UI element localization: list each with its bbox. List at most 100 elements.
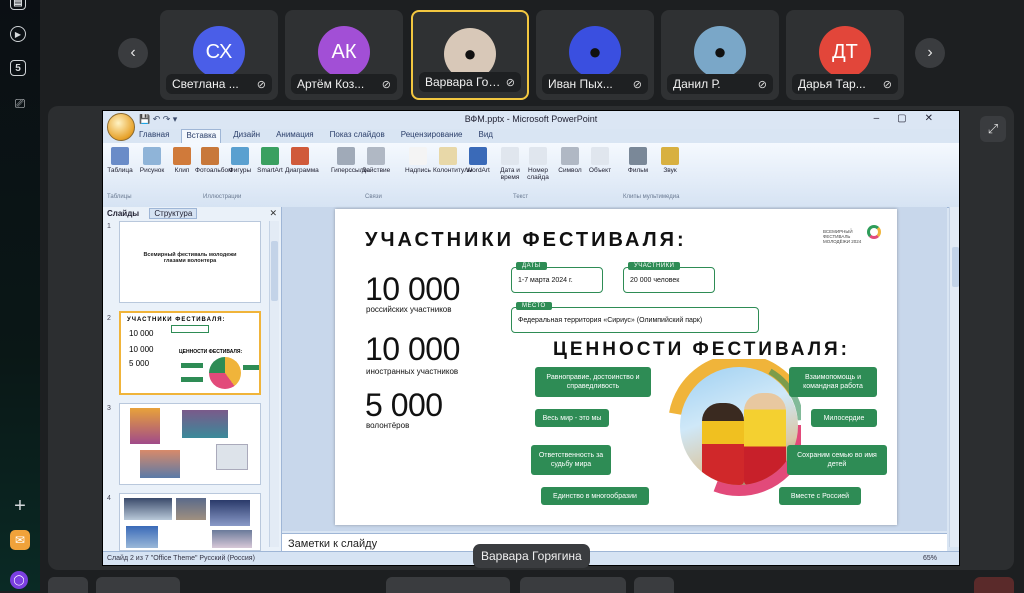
fullscreen-icon[interactable]: ⤢ (980, 116, 1006, 142)
slide-number: 2 (107, 315, 111, 322)
play-icon[interactable]: ▶ (10, 26, 26, 42)
slide-title: УЧАСТНИКИ ФЕСТИВАЛЯ: (365, 229, 687, 251)
ribbon-tab[interactable]: Рецензирование (397, 129, 467, 143)
ribbon-button-icon (337, 147, 355, 165)
ribbon-button-label: Фильм (627, 167, 649, 174)
add-icon[interactable]: + (10, 495, 30, 517)
participant-nameplate: Дарья Тар... ⊘ (792, 74, 898, 94)
volunteers-photo (680, 367, 798, 485)
vertical-scrollbar[interactable] (949, 207, 959, 547)
slide-thumbnail-1[interactable]: Всемирный фестиваль молодежи глазами вол… (119, 221, 261, 303)
ribbon-tab[interactable]: Анимация (272, 129, 318, 143)
participant-tile[interactable]: ● Варвара Горя...⊘ (411, 10, 529, 100)
prev-participants-button[interactable]: ‹ (118, 38, 148, 68)
ribbon-button-label: Звук (663, 167, 677, 174)
ribbon-tab[interactable]: Главная (135, 129, 173, 143)
tab-outline[interactable]: Структура (149, 208, 198, 219)
notes-field[interactable]: Заметки к слайду (282, 533, 947, 553)
ribbon-button-icon (439, 147, 457, 165)
ribbon-tab[interactable]: Вид (475, 129, 497, 143)
ribbon-button[interactable]: SmartArt (255, 147, 285, 174)
ribbon-button-icon (173, 147, 191, 165)
counter-icon[interactable]: 5 (10, 60, 26, 76)
window-controls[interactable]: –▢✕ (874, 113, 951, 124)
tab-slides[interactable]: Слайды (107, 209, 139, 218)
ribbon-button-label: Таблица (107, 167, 133, 174)
ribbon-button-label: Символ (558, 167, 582, 174)
place-tag: МЕСТО (516, 302, 552, 310)
stat-label: иностранных участников (366, 367, 459, 376)
ribbon-button[interactable]: Клип (167, 147, 197, 174)
current-slide[interactable]: УЧАСТНИКИ ФЕСТИВАЛЯ: ВСЕМИРНЫЙ ФЕСТИВАЛЬ М… (335, 209, 897, 525)
ribbon-button[interactable]: Надпись (403, 147, 433, 174)
ribbon-button[interactable]: Рисунок (137, 147, 167, 174)
participant-tile[interactable]: ● Данил Р. ⊘ (661, 10, 779, 100)
office-button[interactable] (107, 113, 135, 141)
participants-tag: УЧАСТНИКИ (628, 262, 681, 270)
participants-value: 20 000 человек (630, 277, 680, 284)
ribbon-tab[interactable]: Вставка (181, 129, 222, 143)
participant-name: Дарья Тар... (798, 77, 866, 91)
ribbon-button[interactable]: Таблица (105, 147, 135, 174)
slide-thumbnail-3[interactable] (119, 403, 261, 485)
ribbon-button-label: Фотоальбом (195, 167, 233, 174)
ribbon-tab[interactable]: Показ слайдов (326, 129, 389, 143)
ribbon-group-label: Таблицы (107, 194, 132, 200)
status-text: Слайд 2 из 7 "Office Theme" Русский (Рос… (107, 555, 255, 562)
ribbon-button[interactable]: Диаграмма (285, 147, 319, 174)
close-pane-icon[interactable]: ✕ (269, 208, 277, 219)
ribbon-button[interactable]: Действие (361, 147, 391, 174)
ribbon-group-label: Клипы мультимедиа (623, 194, 680, 200)
participant-name: Варвара Горя... (425, 75, 502, 89)
participant-nameplate: Данил Р. ⊘ (667, 74, 773, 94)
place-box: МЕСТО Федеральная территория «Сириус» (О… (511, 302, 759, 333)
ribbon-button[interactable]: Дата и время (495, 147, 525, 181)
ribbon-button-icon (291, 147, 309, 165)
value-item: Весь мир - это мы (535, 409, 609, 427)
value-item: Равноправие, достоинство и справедливост… (535, 367, 651, 397)
ribbon-button[interactable]: Звук (655, 147, 685, 174)
shared-screen: ВФМ.pptx - Microsoft PowerPoint 💾 ↶ ↷ ▾ … (102, 110, 960, 566)
slide-thumbnail-4[interactable] (119, 493, 261, 551)
value-item: Ответственность за судьбу мира (531, 445, 611, 475)
participant-name: Иван Пых... (548, 77, 613, 91)
ribbon-button[interactable]: Колонтитулы (433, 147, 473, 174)
quick-access-toolbar[interactable]: 💾 ↶ ↷ ▾ (139, 114, 177, 125)
ribbon-button[interactable]: Фигуры (225, 147, 255, 174)
ribbon-button[interactable]: Объект (585, 147, 615, 174)
ribbon-button-icon (629, 147, 647, 165)
ribbon-button[interactable]: Номер слайда (523, 147, 553, 181)
ribbon-button[interactable]: WordArt (463, 147, 493, 174)
value-item: Единство в многообразии (541, 487, 649, 505)
ribbon-tab[interactable]: Дизайн (229, 129, 264, 143)
participant-tile[interactable]: СХ Светлана ... ⊘ (160, 10, 278, 100)
ribbon-button[interactable]: Гиперссылка (331, 147, 370, 174)
stat-number: 5 000 (365, 387, 443, 423)
ribbon-group-label: Иллюстрации (203, 194, 242, 200)
slide-thumbnail-2[interactable]: УЧАСТНИКИ ФЕСТИВАЛЯ: 10 000 10 000 5 000… (119, 311, 261, 395)
participant-nameplate: Иван Пых... ⊘ (542, 74, 648, 94)
ribbon-button-icon (469, 147, 487, 165)
participant-tile[interactable]: АК Артём Коз... ⊘ (285, 10, 403, 100)
mail-icon[interactable]: ✉ (10, 530, 30, 550)
ribbon-tabs: Главная Вставка Дизайн Анимация Показ слайдо… (135, 129, 497, 143)
ribbon-button[interactable]: Фотоальбом (195, 147, 233, 174)
ribbon-button-label: Номер слайда (527, 167, 549, 181)
user-icon: ● (713, 39, 727, 64)
slides-pane: Слайды Структура ✕ 1 Всемирный фестиваль… (103, 207, 282, 551)
ribbon-button-icon (231, 147, 249, 165)
assistant-icon[interactable]: ◯ (10, 571, 28, 589)
zoom-level[interactable]: 65% (923, 555, 937, 562)
slide-number: 1 (107, 223, 111, 230)
pane-scrollbar[interactable] (269, 221, 279, 547)
participant-name: Данил Р. (673, 77, 721, 91)
document-icon[interactable]: ▤ (10, 0, 26, 10)
ribbon-button[interactable]: Символ (555, 147, 585, 174)
participant-tile[interactable]: ДТ Дарья Тар... ⊘ (786, 10, 904, 100)
stat-label: российских участников (366, 305, 452, 314)
ribbon-button-label: Объект (588, 167, 612, 174)
participant-tile[interactable]: ● Иван Пых... ⊘ (536, 10, 654, 100)
ribbon-button[interactable]: Фильм (623, 147, 653, 174)
camera-icon[interactable]: ⎚ (10, 94, 30, 114)
next-participants-button[interactable]: › (915, 38, 945, 68)
